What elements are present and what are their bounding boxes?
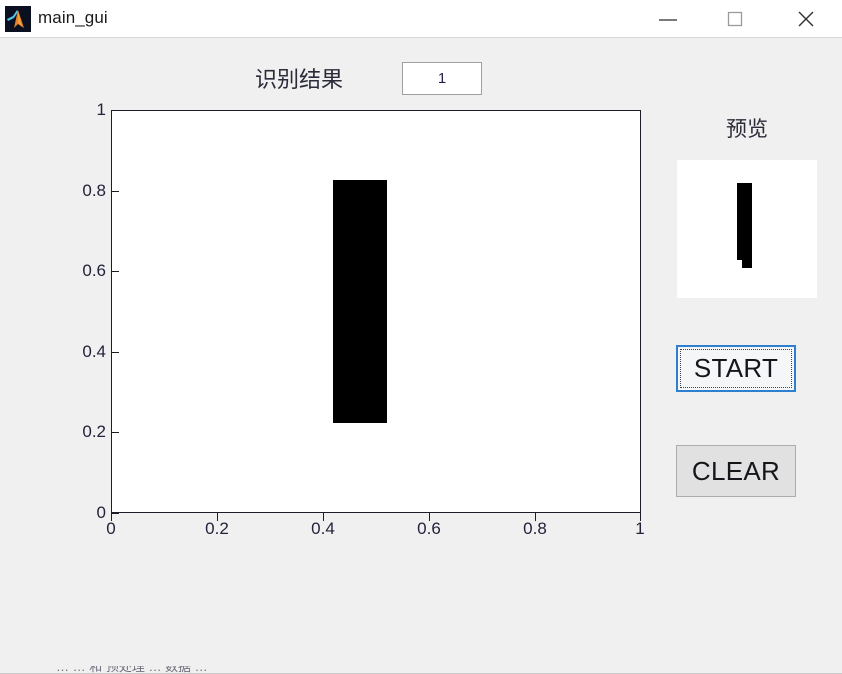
preview-digit-stroke <box>737 183 752 268</box>
x-tick-label: 1 <box>635 519 645 538</box>
clear-button[interactable]: CLEAR <box>676 445 796 497</box>
y-tick-mark <box>111 351 119 353</box>
y-tick-mark <box>111 190 119 192</box>
start-button[interactable]: START <box>676 345 796 392</box>
handwritten-digit-stroke <box>333 180 388 424</box>
drawing-axes[interactable]: 1 0.8 0.6 0.4 0.2 0 0 0.2 0.4 0.6 0.8 1 <box>0 0 680 560</box>
preview-label: 预览 <box>726 118 768 141</box>
y-tick-label: 0.8 <box>82 180 106 200</box>
x-tick-label: 0.8 <box>523 519 547 538</box>
y-tick-mark <box>111 513 119 514</box>
y-axis-tick-labels: 1 0.8 0.6 0.4 0.2 0 <box>56 100 106 522</box>
x-tick-label: 0.4 <box>311 519 335 538</box>
preview-digit-notch <box>737 260 742 268</box>
y-tick-mark <box>111 271 119 273</box>
y-tick-label: 0.6 <box>82 261 106 281</box>
y-tick-label: 1 <box>96 100 106 119</box>
x-axis-tick-labels: 0 0.2 0.4 0.6 0.8 1 <box>0 519 700 543</box>
maximize-button[interactable] <box>712 0 758 37</box>
x-tick-label: 0.2 <box>205 519 229 538</box>
x-tick-label: 0.6 <box>417 519 441 538</box>
y-tick-mark <box>111 432 119 434</box>
close-button[interactable] <box>783 0 829 37</box>
x-tick-label: 0 <box>106 519 116 538</box>
matlab-gui-window: main_gui 识别结果 1 1 0.8 0.6 0.4 0.2 0 0 0.… <box>0 0 842 674</box>
drawing-canvas[interactable] <box>111 110 641 513</box>
clear-button-label: CLEAR <box>691 455 781 486</box>
preview-image <box>677 160 817 298</box>
y-tick-label: 0.2 <box>82 422 106 442</box>
y-tick-mark <box>111 110 119 111</box>
y-tick-label: 0.4 <box>82 341 106 361</box>
start-button-label: START <box>693 353 779 383</box>
